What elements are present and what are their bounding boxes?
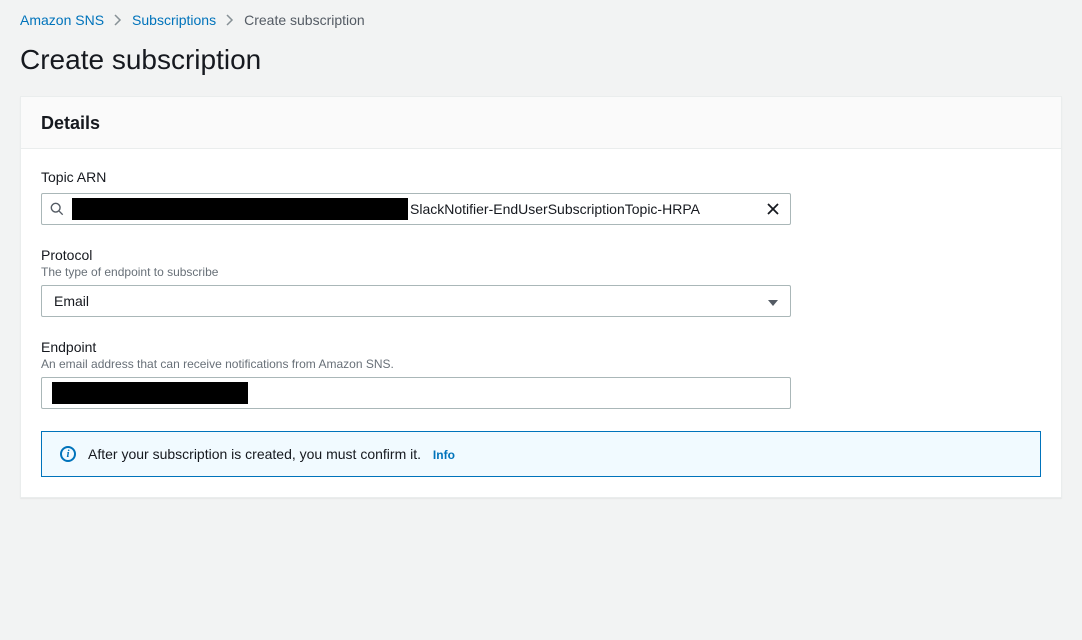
confirmation-info-box: i After your subscription is created, yo…: [41, 431, 1041, 477]
topic-arn-group: Topic ARN SlackNotifier-EndUserSubscript…: [41, 169, 1041, 225]
page-title: Create subscription: [20, 44, 1062, 76]
caret-down-icon: [768, 293, 778, 309]
clear-icon[interactable]: [756, 202, 790, 216]
info-icon: i: [60, 446, 76, 462]
protocol-group: Protocol The type of endpoint to subscri…: [41, 247, 1041, 317]
endpoint-group: Endpoint An email address that can recei…: [41, 339, 1041, 409]
protocol-select[interactable]: Email: [41, 285, 791, 317]
details-heading: Details: [41, 113, 1041, 134]
chevron-right-icon: [114, 14, 122, 26]
redacted-block: [52, 382, 248, 404]
redacted-block: [72, 198, 408, 220]
endpoint-input[interactable]: [41, 377, 791, 409]
search-icon: [42, 202, 72, 216]
protocol-selected-value: Email: [54, 293, 89, 309]
info-link[interactable]: Info: [433, 448, 455, 462]
info-text: After your subscription is created, you …: [88, 446, 421, 462]
breadcrumb-link-subscriptions[interactable]: Subscriptions: [132, 12, 216, 28]
breadcrumb: Amazon SNS Subscriptions Create subscrip…: [20, 12, 1062, 28]
endpoint-hint: An email address that can receive notifi…: [41, 357, 1041, 371]
topic-arn-value: SlackNotifier-EndUserSubscriptionTopic-H…: [72, 194, 756, 224]
chevron-right-icon: [226, 14, 234, 26]
details-panel: Details Topic ARN SlackNotifier-EndUserS…: [20, 96, 1062, 498]
breadcrumb-link-amazon-sns[interactable]: Amazon SNS: [20, 12, 104, 28]
details-panel-header: Details: [21, 97, 1061, 149]
breadcrumb-current: Create subscription: [244, 12, 365, 28]
endpoint-label: Endpoint: [41, 339, 1041, 355]
protocol-hint: The type of endpoint to subscribe: [41, 265, 1041, 279]
topic-arn-label: Topic ARN: [41, 169, 1041, 185]
topic-arn-visible-suffix: SlackNotifier-EndUserSubscriptionTopic-H…: [410, 201, 700, 217]
protocol-label: Protocol: [41, 247, 1041, 263]
topic-arn-input[interactable]: SlackNotifier-EndUserSubscriptionTopic-H…: [41, 193, 791, 225]
